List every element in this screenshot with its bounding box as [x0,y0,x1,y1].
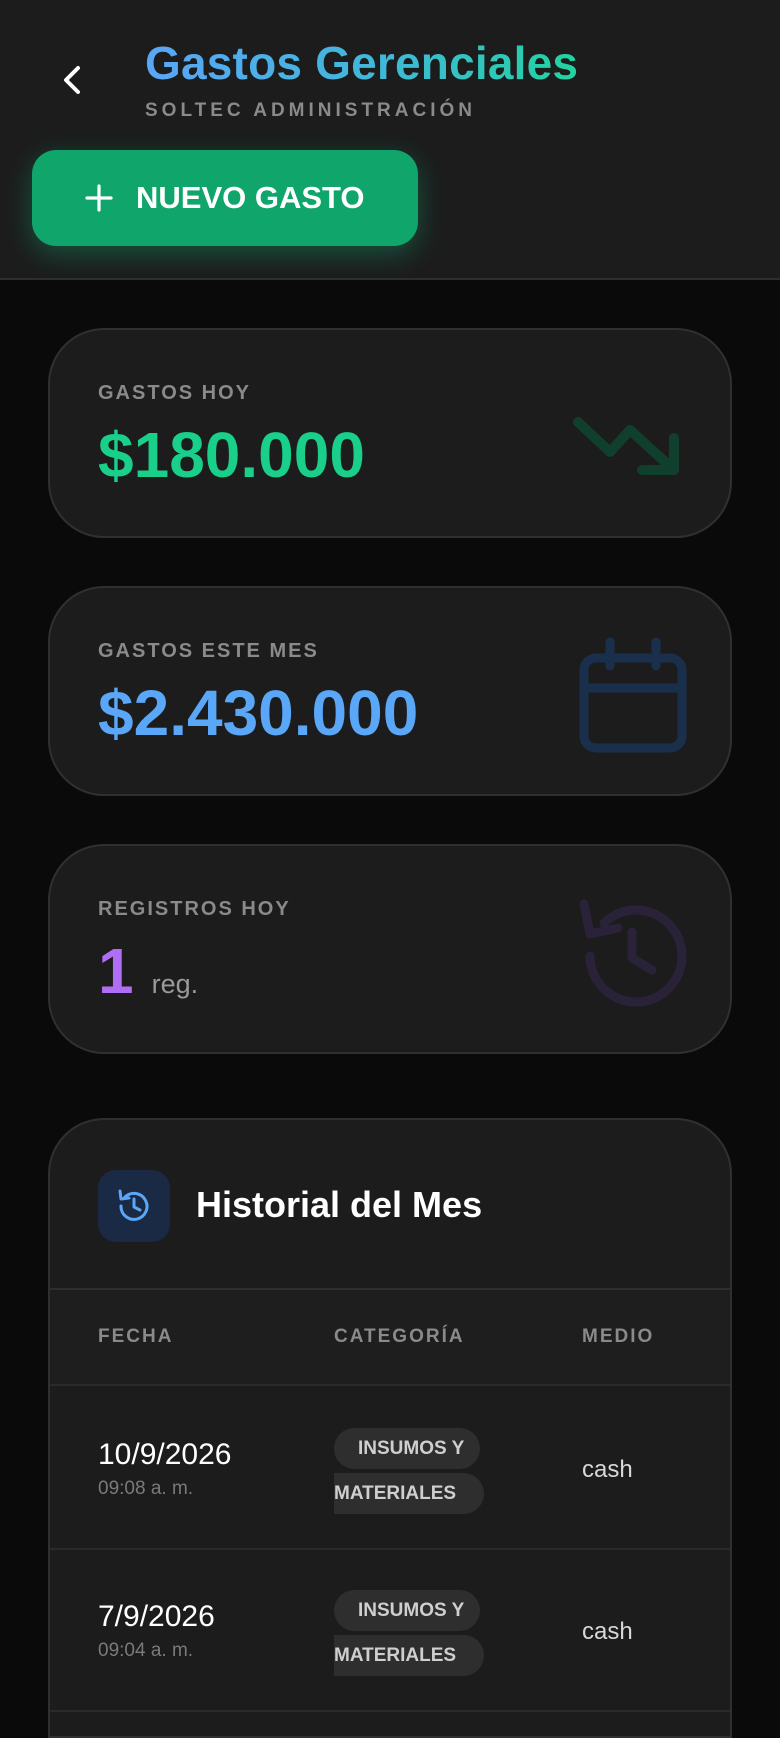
stat-card-today: GASTOS HOY $180.000 [48,328,732,538]
row-date: 7/9/2026 [98,1600,215,1633]
category-chip-line: INSUMOS Y [334,1590,481,1631]
category-chip: INSUMOS Y MATERIALES [334,1590,494,1680]
stat-label: GASTOS HOY [98,382,251,404]
column-header-fecha: FECHA [98,1326,174,1347]
history-panel-header: Historial del Mes [50,1120,730,1290]
new-expense-button[interactable]: NUEVO GASTO [32,150,418,246]
category-chip-line: INSUMOS Y [334,1428,481,1469]
row-payment-method: cash [582,1456,633,1483]
category-chip-line: MATERIALES [334,1473,485,1514]
row-time: 09:04 a. m. [98,1640,194,1661]
row-time: 09:08 a. m. [98,1478,194,1499]
category-chip-line: MATERIALES [334,1635,485,1676]
stat-value: $180.000 [98,419,365,491]
history-icon [579,899,687,1007]
history-icon [118,1189,149,1221]
stat-value-row: 1 reg. [98,934,198,1008]
stat-label: GASTOS ESTE MES [98,640,319,662]
stat-value: 1 [98,935,134,1007]
stat-card-month: GASTOS ESTE MES $2.430.000 [48,586,732,796]
plus-icon [85,184,113,212]
row-payment-method: cash [582,1618,633,1645]
column-header-categoria: CATEGORÍA [334,1326,465,1347]
stat-label: REGISTROS HOY [98,898,291,920]
app-header: Gastos Gerenciales SOLTEC ADMINISTRACIÓN… [0,0,780,280]
stat-value: $2.430.000 [98,677,419,749]
category-chip: INSUMOS Y MATERIALES [334,1428,494,1518]
new-expense-label: NUEVO GASTO [136,180,365,215]
page-subtitle: SOLTEC ADMINISTRACIÓN [145,100,476,121]
history-title: Historial del Mes [196,1184,483,1225]
table-header: FECHA CATEGORÍA MEDIO [50,1290,730,1386]
chevron-left-icon [64,66,80,94]
row-date: 10/9/2026 [98,1438,232,1471]
column-header-medio: MEDIO [582,1326,655,1347]
stat-card-records: REGISTROS HOY 1 reg. [48,844,732,1054]
history-panel: Historial del Mes FECHA CATEGORÍA MEDIO … [48,1118,732,1738]
history-badge [98,1170,170,1242]
trending-down-icon [573,417,679,475]
back-button[interactable] [52,56,92,104]
calendar-icon [579,637,687,753]
stat-unit: reg. [151,969,199,999]
page-title: Gastos Gerenciales [145,37,579,89]
table-row[interactable]: 10/9/2026 09:08 a. m. INSUMOS Y MATERIAL… [50,1388,730,1550]
